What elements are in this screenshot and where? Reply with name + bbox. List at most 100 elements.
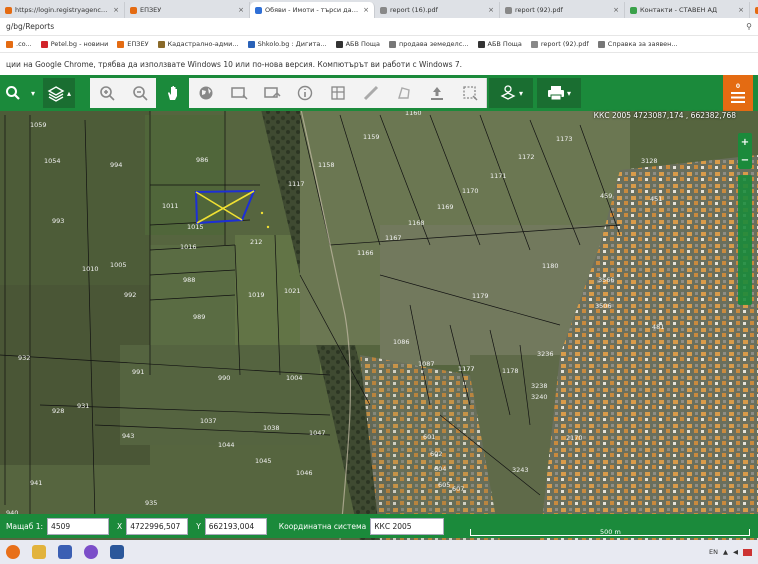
pan-hand-icon[interactable] xyxy=(156,78,189,108)
scale-label: Мащаб 1: xyxy=(6,521,44,531)
bookmarks-bar: .co... Petel.bg - новини ЕПЗЕУ Кадастрално-… xyxy=(0,36,758,53)
update-banner: ции на Google Chrome, трябва да използва… xyxy=(0,53,758,75)
search-dropdown-chevron-icon[interactable]: ▾ xyxy=(26,78,40,108)
tray-up-arrow-icon[interactable]: ▲ xyxy=(723,548,728,556)
search-icon[interactable] xyxy=(0,78,26,108)
tab-title: Контакти - СТАВЕН АД xyxy=(640,6,718,14)
browser-tab[interactable]: report (16).pdf × xyxy=(375,2,500,18)
media-player-icon[interactable] xyxy=(58,545,72,559)
parcel-number-label: 1047 xyxy=(309,429,326,437)
browser-tab-strip: https://login.registryagency.bg/...×ЕПЗЕ… xyxy=(0,0,758,18)
parcel-number-label: 481 xyxy=(652,323,664,331)
viber-icon[interactable] xyxy=(84,545,98,559)
address-bar[interactable]: g/bg/Reports ⚲ xyxy=(0,18,758,36)
browser-tab[interactable]: ЕПЗЕУ × xyxy=(125,2,250,18)
tab-favicon-icon xyxy=(630,6,637,14)
menu-button[interactable]: 0 xyxy=(723,75,753,111)
x-coordinate-input[interactable]: 4722996,507 xyxy=(126,517,189,535)
parcel-number-label: 1171 xyxy=(490,172,507,180)
parcel-number-label: 1172 xyxy=(518,153,535,161)
upload-icon[interactable] xyxy=(420,78,454,108)
bookmark-label: ЕПЗЕУ xyxy=(127,40,149,48)
tab-favicon-icon xyxy=(380,6,387,14)
bookmark-item[interactable]: продава земеделс... xyxy=(389,40,469,48)
parcel-number-label: 1016 xyxy=(180,243,197,251)
parcel-number-label: 1004 xyxy=(286,374,303,382)
notification-icon[interactable] xyxy=(743,548,752,556)
globe-icon[interactable] xyxy=(189,78,223,108)
map-view[interactable]: 1055105910549949869931010101110151016100… xyxy=(0,75,758,540)
bookmark-item[interactable]: Shkolo.bg : Дигита... xyxy=(247,40,327,48)
tab-close-icon[interactable]: × xyxy=(488,6,494,14)
clear-selection-icon[interactable] xyxy=(453,78,487,108)
browser-tab[interactable]: Процедури по чл. 37в от ЗСПЗЗ× xyxy=(750,2,758,18)
browser-tab[interactable]: https://login.registryagency.bg/...× xyxy=(0,2,125,18)
crs-select-value: ККС 2005 xyxy=(374,521,412,531)
system-tray: EN ▲ ◀ xyxy=(709,548,752,556)
bookmark-item[interactable]: report (92).pdf xyxy=(530,40,589,48)
browser-tab[interactable]: Обяви - Имоти - търси да купи...× xyxy=(250,2,375,18)
zoom-out-icon[interactable] xyxy=(123,78,157,108)
tab-close-icon[interactable]: × xyxy=(613,6,619,14)
parcel-number-label: 3243 xyxy=(512,466,529,474)
bookmark-item[interactable]: ЕПЗЕУ xyxy=(117,40,149,48)
tab-close-icon[interactable]: × xyxy=(113,6,119,14)
address-url[interactable]: g/bg/Reports xyxy=(6,22,746,31)
parcel-number-label: 2170 xyxy=(566,434,583,442)
banner-text: ции на Google Chrome, трябва да използва… xyxy=(6,59,463,69)
parcel-number-label: 1168 xyxy=(408,219,425,227)
bookmark-label: Petel.bg - новини xyxy=(50,40,109,48)
parcel-number-label: 605 xyxy=(438,481,450,489)
crs-select[interactable]: ККС 2005 xyxy=(370,517,445,535)
magnifier-icon[interactable]: ⚲ xyxy=(746,22,752,31)
parcel-number-label: 1180 xyxy=(542,262,559,270)
bookmark-item[interactable]: АБВ Поща xyxy=(477,40,522,48)
info-icon[interactable] xyxy=(288,78,322,108)
bookmark-item[interactable]: АБВ Поща xyxy=(335,40,380,48)
zoom-in-icon[interactable] xyxy=(90,78,124,108)
bookmark-favicon-icon xyxy=(6,40,13,48)
measure-distance-icon[interactable] xyxy=(354,78,388,108)
parcel-number-label: 932 xyxy=(18,354,30,362)
parcel-number-label: 1054 xyxy=(44,157,61,165)
print-icon[interactable]: ▾ xyxy=(537,78,581,108)
bookmark-item[interactable]: Кадастрално-адми... xyxy=(157,40,239,48)
tab-close-icon[interactable]: × xyxy=(363,6,369,14)
parcel-number-label: 604 xyxy=(434,465,446,473)
y-label: Y xyxy=(196,521,201,531)
language-indicator[interactable]: EN xyxy=(709,548,718,556)
select-rect-icon[interactable] xyxy=(222,78,256,108)
parcel-number-label: 3128 xyxy=(641,157,658,165)
menu-count-badge: 0 xyxy=(735,83,741,90)
tab-favicon-icon xyxy=(255,6,262,14)
parcel-number-label: 3238 xyxy=(531,382,548,390)
tab-close-icon[interactable]: × xyxy=(238,6,244,14)
side-zoom-in-button[interactable]: + xyxy=(741,137,749,148)
location-icon[interactable]: ▾ xyxy=(489,78,533,108)
parcel-number-label: 1010 xyxy=(82,265,99,273)
measure-area-icon[interactable] xyxy=(387,78,421,108)
y-coordinate-input[interactable]: 662193,004 xyxy=(204,517,267,535)
firefox-icon[interactable] xyxy=(6,545,20,559)
parcel-info-icon[interactable] xyxy=(321,78,355,108)
word-icon[interactable] xyxy=(110,545,124,559)
side-zoom-out-button[interactable]: − xyxy=(741,155,749,166)
bookmark-item[interactable]: Petel.bg - новини xyxy=(40,40,109,48)
select-polygon-icon[interactable] xyxy=(255,78,289,108)
parcel-number-label: 1037 xyxy=(200,417,217,425)
scale-input[interactable]: 4509 xyxy=(47,517,110,535)
browser-tab[interactable]: report (92).pdf × xyxy=(500,2,625,18)
volume-icon[interactable]: ◀ xyxy=(733,548,738,556)
parcel-number-label: 1158 xyxy=(318,161,335,169)
browser-tab[interactable]: Контакти - СТАВЕН АД × xyxy=(625,2,750,18)
explorer-icon[interactable] xyxy=(32,545,46,559)
tab-favicon-icon xyxy=(5,6,12,14)
side-panel-slider[interactable] xyxy=(738,175,752,305)
bookmark-item[interactable]: Справка за заявен... xyxy=(597,40,678,48)
parcel-number-label: 991 xyxy=(132,368,144,376)
parcel-number-label: 1173 xyxy=(556,135,573,143)
tab-close-icon[interactable]: × xyxy=(738,6,744,14)
parcel-number-label: 1044 xyxy=(218,441,235,449)
layers-icon[interactable]: ▴ xyxy=(43,78,75,108)
bookmark-item[interactable]: .co... xyxy=(6,40,32,48)
